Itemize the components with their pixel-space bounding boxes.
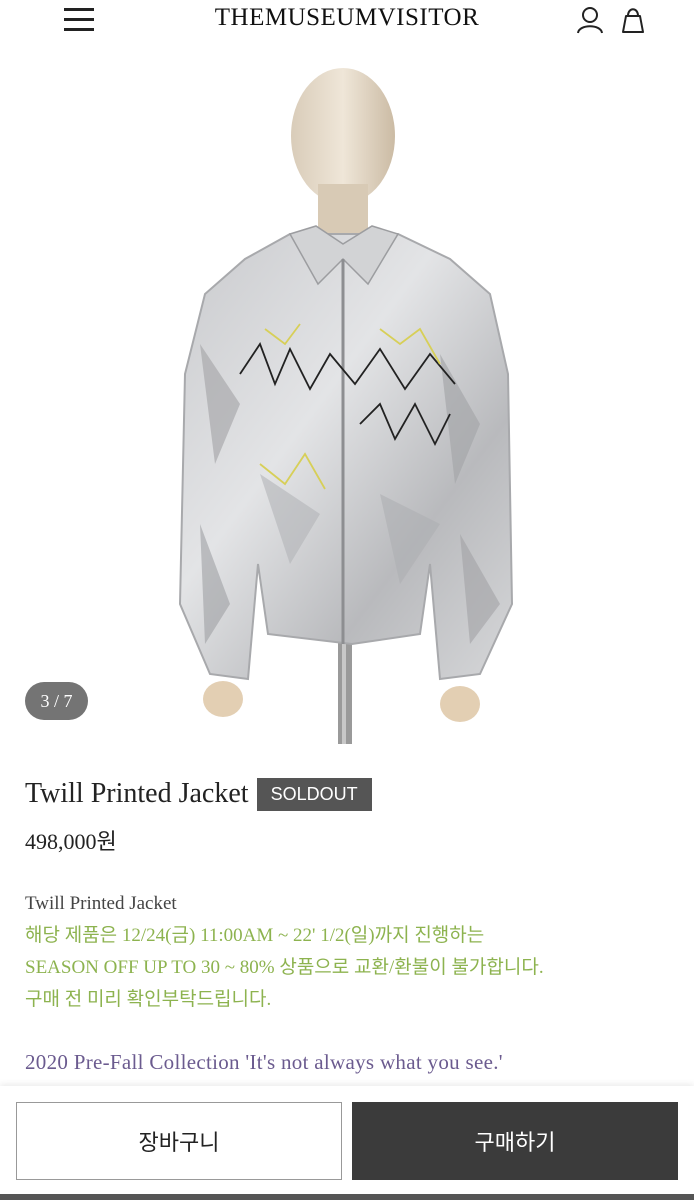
product-description: Twill Printed Jacket 해당 제품은 12/24(금) 11:…: [25, 888, 685, 1016]
product-title: Twill Printed Jacket: [25, 778, 249, 809]
product-title-row: Twill Printed Jacket SOLDOUT: [25, 776, 372, 812]
product-price: 498,000원: [25, 829, 117, 854]
bottom-action-bar: 장바구니 구매하기: [0, 1086, 694, 1200]
notice-line-2: SEASON OFF UP TO 30 ~ 80% 상품으로 교환/환불이 불가…: [25, 957, 544, 978]
soldout-badge: SOLDOUT: [256, 777, 372, 811]
top-header: THEMUSEUMVISITOR: [0, 0, 694, 44]
collection-text: 2020 Pre-Fall Collection 'It's not alway…: [25, 1050, 503, 1074]
description-product-name: Twill Printed Jacket: [25, 893, 177, 914]
shopping-bag-icon[interactable]: [618, 5, 648, 35]
user-icon[interactable]: [575, 5, 605, 35]
add-to-cart-button[interactable]: 장바구니: [16, 1102, 342, 1180]
image-counter: 3 / 7: [25, 682, 88, 720]
home-indicator: [0, 1194, 694, 1200]
product-photo: [178, 68, 514, 744]
notice-line-3: 구매 전 미리 확인부탁드립니다.: [25, 989, 272, 1010]
product-image-gallery[interactable]: 3 / 7: [0, 44, 694, 744]
buy-now-button[interactable]: 구매하기: [352, 1102, 678, 1180]
notice-line-1: 해당 제품은 12/24(금) 11:00AM ~ 22' 1/2(일)까지 진…: [25, 925, 485, 946]
